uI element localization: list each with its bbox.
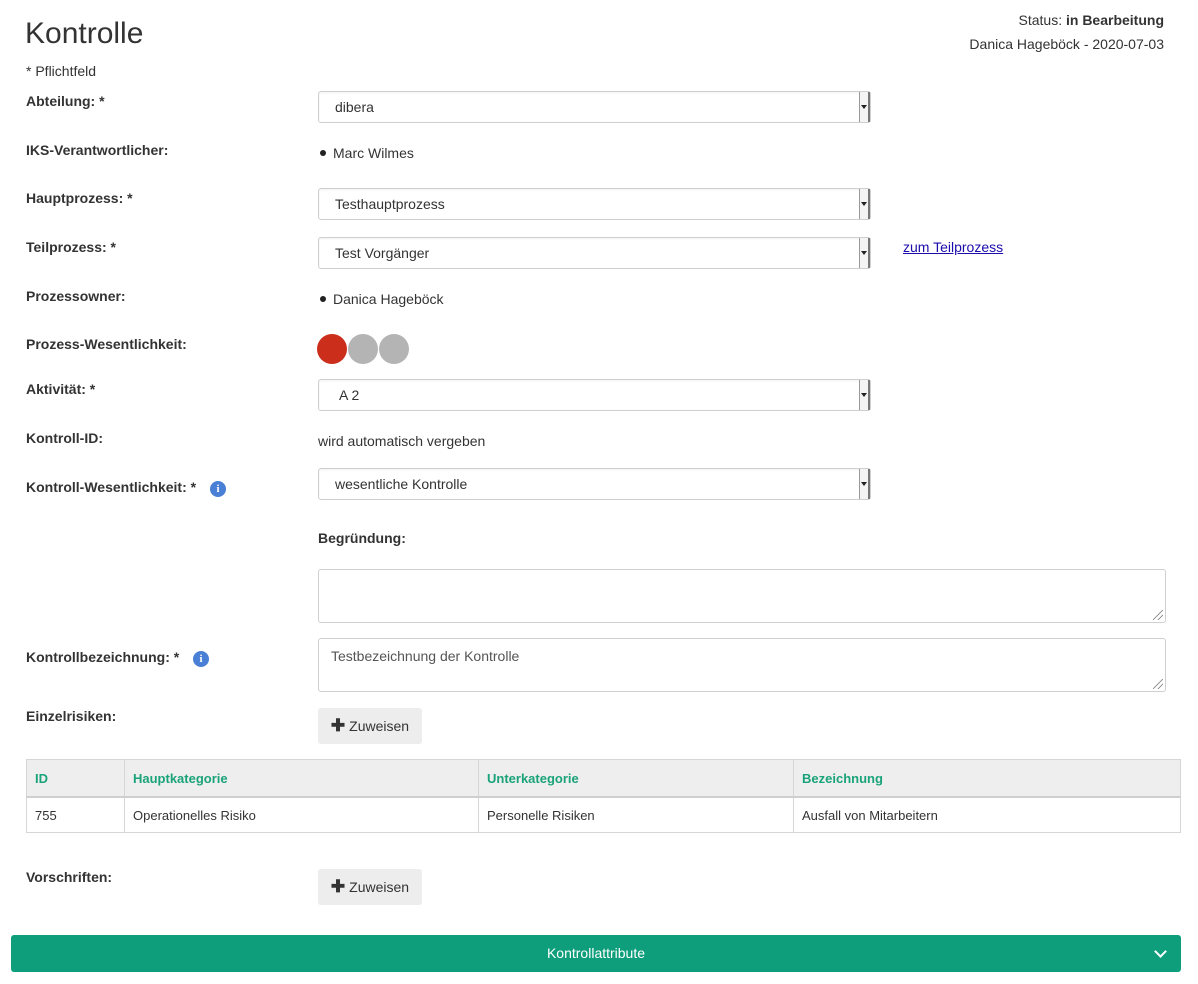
status-label: Status: [1018,12,1063,28]
kontroll-id-label: Kontroll-ID: [26,430,103,446]
chevron-down-icon [1154,945,1167,958]
wesentlichkeit-dot-1 [317,334,347,364]
kontrollbezeichnung-textarea[interactable]: Testbezeichnung der Kontrolle [318,638,1166,692]
aktivitaet-label: Aktivität: * [26,381,96,397]
iks-label: IKS-Verantwortlicher: [26,142,169,158]
kontroll-wesentlichkeit-value: wesentliche Kontrolle [335,476,468,492]
prozessowner-value: Danica Hageböck [320,291,444,307]
plus-icon: ✚ [330,877,346,896]
prozessowner-name: Danica Hageböck [333,291,444,307]
wesentlichkeit-dot-3 [379,334,409,364]
kontroll-wesentlichkeit-select[interactable]: wesentliche Kontrolle [318,468,871,500]
risks-table: ID Hauptkategorie Unterkategorie Bezeich… [26,759,1181,833]
column-header-unterkategorie[interactable]: Unterkategorie [478,759,794,798]
resize-handle-icon[interactable] [1153,610,1163,620]
plus-icon: ✚ [330,716,346,735]
teilprozess-label: Teilprozess: * [26,239,116,255]
aktivitaet-value: A 2 [339,387,360,403]
abteilung-value: dibera [335,99,374,115]
prozess-wesentlichkeit-label: Prozess-Wesentlichkeit: [26,336,187,352]
chevron-down-icon [859,380,870,410]
abteilung-select[interactable]: dibera [318,91,871,123]
status-block: Status: in Bearbeitung Danica Hageböck -… [969,8,1164,56]
iks-value: Marc Wilmes [320,145,414,161]
einzelrisiken-assign-label: Zuweisen [349,718,410,734]
hauptprozess-select[interactable]: Testhauptprozess [318,188,871,220]
prozessowner-label: Prozessowner: [26,288,126,304]
status-value: in Bearbeitung [1065,12,1164,28]
einzelrisiken-assign-button[interactable]: ✚ Zuweisen [318,708,422,744]
aktivitaet-select[interactable]: A 2 [318,379,871,411]
abteilung-label: Abteilung: * [26,93,105,109]
chevron-down-icon [859,469,870,499]
kontrollattribute-toggle[interactable]: Kontrollattribute [11,935,1181,972]
vorschriften-assign-label: Zuweisen [349,879,410,895]
cell-bezeichnung: Ausfall von Mitarbeitern [793,796,1181,833]
einzelrisiken-label: Einzelrisiken: [26,708,117,724]
wesentlichkeit-dot-2 [348,334,378,364]
kontroll-wesentlichkeit-label: Kontroll-Wesentlichkeit: * [26,479,197,495]
chevron-down-icon [859,238,870,268]
vorschriften-assign-button[interactable]: ✚ Zuweisen [318,869,422,905]
resize-handle-icon[interactable] [1153,679,1163,689]
required-note: * Pflichtfeld [26,63,97,79]
info-icon[interactable]: i [210,481,226,497]
kontrollattribute-label: Kontrollattribute [546,945,646,961]
chevron-down-icon [859,92,870,122]
teilprozess-link[interactable]: zum Teilprozess [903,239,1003,255]
column-header-hauptkategorie[interactable]: Hauptkategorie [124,759,479,798]
bullet-icon [320,296,326,303]
cell-hauptkategorie: Operationelles Risiko [124,796,479,833]
kontrollbezeichnung-label: Kontrollbezeichnung: * [26,649,180,665]
kontroll-id-value: wird automatisch vergeben [318,433,486,449]
hauptprozess-value: Testhauptprozess [335,196,445,212]
hauptprozess-label: Hauptprozess: * [26,190,133,206]
iks-name: Marc Wilmes [333,145,414,161]
kontrollbezeichnung-value: Testbezeichnung der Kontrolle [331,648,520,664]
bullet-icon [320,150,326,157]
column-header-bezeichnung[interactable]: Bezeichnung [793,759,1181,798]
cell-id: 755 [26,796,125,833]
column-header-id[interactable]: ID [26,759,125,798]
page-title: Kontrolle [25,17,144,50]
teilprozess-select[interactable]: Test Vorgänger [318,237,871,269]
cell-unterkategorie: Personelle Risiken [478,796,794,833]
table-header-row: ID Hauptkategorie Unterkategorie Bezeich… [26,759,1181,798]
teilprozess-value: Test Vorgänger [335,245,430,261]
info-icon[interactable]: i [193,651,209,667]
vorschriften-label: Vorschriften: [26,869,113,885]
table-row[interactable]: 755 Operationelles Risiko Personelle Ris… [26,796,1181,833]
begruendung-label: Begründung: [318,530,406,546]
chevron-down-icon [859,189,870,219]
author-date: Danica Hageböck - 2020-07-03 [969,36,1164,52]
begruendung-textarea[interactable] [318,569,1166,623]
